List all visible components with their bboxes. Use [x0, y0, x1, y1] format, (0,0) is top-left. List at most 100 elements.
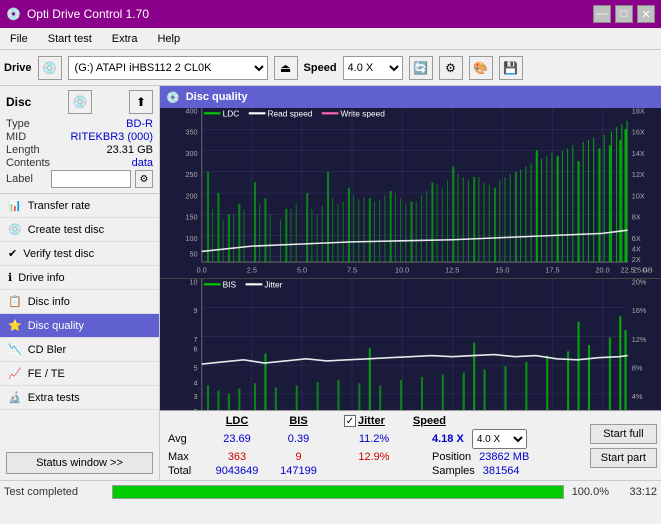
svg-text:400: 400	[185, 108, 197, 115]
svg-text:5: 5	[194, 363, 198, 372]
avg-bis: 0.39	[271, 433, 326, 445]
label-label: Label	[6, 173, 33, 185]
max-ldc: 363	[207, 451, 267, 463]
svg-text:150: 150	[185, 213, 197, 222]
settings-button[interactable]: ⚙	[439, 56, 463, 80]
drive-info-icon: ℹ	[8, 271, 12, 284]
eject-button[interactable]: ⏏	[274, 56, 298, 80]
close-button[interactable]: ✕	[637, 5, 655, 23]
jitter-checkbox[interactable]: ✓	[344, 415, 356, 427]
verify-test-label: Verify test disc	[23, 248, 94, 260]
disc-quality-icon: ⭐	[8, 319, 22, 332]
avg-ldc: 23.69	[207, 433, 267, 445]
create-test-label: Create test disc	[28, 224, 104, 236]
sidebar-item-transfer-rate[interactable]: 📊 Transfer rate	[0, 194, 159, 218]
save-button[interactable]: 💾	[499, 56, 523, 80]
menu-file[interactable]: File	[4, 31, 34, 47]
total-row: Total 9043649 147199 Samples 381564	[168, 465, 578, 477]
svg-text:20%: 20%	[632, 279, 647, 286]
svg-text:200: 200	[185, 191, 197, 200]
content-header: 💿 Disc quality	[160, 86, 661, 108]
speed-select[interactable]: 4.0 X	[343, 56, 403, 80]
label-input-row: ⚙	[51, 170, 153, 188]
svg-text:GB: GB	[642, 266, 653, 275]
svg-text:12%: 12%	[632, 335, 647, 344]
svg-text:2X: 2X	[632, 255, 641, 264]
svg-text:300: 300	[185, 149, 197, 158]
drive-icon-button[interactable]: 💿	[38, 56, 62, 80]
speed-dropdown[interactable]: 4.0 X	[472, 429, 527, 449]
disc-eject-icon[interactable]: ⬆	[129, 90, 153, 114]
sidebar-item-create-test-disc[interactable]: 💿 Create test disc	[0, 218, 159, 242]
disc-header: Disc 💿 ⬆	[6, 90, 153, 114]
menu-start-test[interactable]: Start test	[42, 31, 98, 47]
sidebar-item-fe-te[interactable]: 📈 FE / TE	[0, 362, 159, 386]
svg-text:10X: 10X	[632, 191, 645, 200]
upper-chart-svg: 400 350 300 250 200 150 100 50 18X 16X 1…	[160, 108, 661, 278]
menu-extra[interactable]: Extra	[106, 31, 144, 47]
minimize-button[interactable]: —	[593, 5, 611, 23]
position-value: 23862 MB	[479, 451, 529, 463]
upper-chart: 400 350 300 250 200 150 100 50 18X 16X 1…	[160, 108, 661, 279]
label-button[interactable]: ⚙	[135, 170, 153, 188]
svg-text:Jitter: Jitter	[264, 279, 282, 289]
sidebar-item-disc-quality[interactable]: ⭐ Disc quality	[0, 314, 159, 338]
svg-text:4: 4	[194, 378, 198, 387]
content-disc-icon: 💿	[166, 91, 180, 104]
svg-text:12.5: 12.5	[445, 266, 459, 275]
disc-action-icon[interactable]: 💿	[68, 90, 92, 114]
menu-help[interactable]: Help	[151, 31, 186, 47]
content-title: Disc quality	[186, 91, 248, 103]
stats-table: LDC BIS ✓ Jitter Speed Avg 23.69 0.39	[160, 411, 586, 480]
start-buttons: Start full Start part	[586, 411, 661, 480]
drive-select[interactable]: (G:) ATAPI iHBS112 2 CL0K	[68, 56, 268, 80]
svg-text:2: 2	[194, 407, 198, 410]
maximize-button[interactable]: □	[615, 5, 633, 23]
transfer-rate-icon: 📊	[8, 199, 22, 212]
max-row: Max 363 9 12.9% Position 23862 MB	[168, 451, 578, 463]
drive-info-label: Drive info	[18, 272, 64, 284]
svg-text:3: 3	[194, 392, 198, 401]
total-label: Total	[168, 465, 203, 477]
start-part-button[interactable]: Start part	[590, 448, 657, 468]
jitter-header: ✓ Jitter	[344, 415, 385, 427]
cd-bler-label: CD Bler	[28, 344, 67, 356]
extra-tests-icon: 🔬	[8, 391, 22, 404]
refresh-button[interactable]: 🔄	[409, 56, 433, 80]
svg-text:15.0: 15.0	[495, 266, 509, 275]
app-title: Opti Drive Control 1.70	[27, 7, 149, 21]
svg-text:20.0: 20.0	[595, 266, 609, 275]
sidebar-item-drive-info[interactable]: ℹ Drive info	[0, 266, 159, 290]
svg-text:17.5: 17.5	[545, 266, 559, 275]
disc-contents-row: Contents data	[6, 157, 153, 169]
svg-text:18X: 18X	[632, 108, 645, 115]
label-input[interactable]	[51, 170, 131, 188]
samples-label: Samples	[432, 465, 475, 477]
drive-label: Drive	[4, 62, 32, 74]
lower-chart-svg: 10 9 7 6 5 4 3 2 1 20% 16% 12% 8% 4% 0	[160, 279, 661, 410]
main-area: Disc 💿 ⬆ Type BD-R MID RITEKBR3 (000) Le…	[0, 86, 661, 480]
jitter-label: Jitter	[358, 415, 385, 427]
sidebar-item-extra-tests[interactable]: 🔬 Extra tests	[0, 386, 159, 410]
avg-row: Avg 23.69 0.39 11.2% 4.18 X 4.0 X	[168, 429, 578, 449]
svg-text:7: 7	[194, 335, 198, 344]
disc-length-row: Length 23.31 GB	[6, 144, 153, 156]
color-button[interactable]: 🎨	[469, 56, 493, 80]
lower-chart: 10 9 7 6 5 4 3 2 1 20% 16% 12% 8% 4% 0	[160, 279, 661, 410]
toolbar: Drive 💿 (G:) ATAPI iHBS112 2 CL0K ⏏ Spee…	[0, 50, 661, 86]
svg-text:9: 9	[194, 306, 198, 315]
title-bar-controls: — □ ✕	[593, 5, 655, 23]
status-window-button[interactable]: Status window >>	[6, 452, 153, 474]
svg-text:6: 6	[194, 344, 198, 353]
sidebar-item-disc-info[interactable]: 📋 Disc info	[0, 290, 159, 314]
start-full-button[interactable]: Start full	[590, 424, 657, 444]
svg-text:10.0: 10.0	[395, 266, 409, 275]
svg-text:8X: 8X	[632, 213, 641, 222]
sidebar: Disc 💿 ⬆ Type BD-R MID RITEKBR3 (000) Le…	[0, 86, 160, 480]
svg-text:0.0: 0.0	[197, 266, 207, 275]
title-bar-left: 💿 Opti Drive Control 1.70	[6, 7, 149, 21]
sidebar-item-verify-test-disc[interactable]: ✔ Verify test disc	[0, 242, 159, 266]
total-ldc: 9043649	[207, 465, 267, 477]
app-icon: 💿	[6, 7, 21, 21]
sidebar-item-cd-bler[interactable]: 📉 CD Bler	[0, 338, 159, 362]
